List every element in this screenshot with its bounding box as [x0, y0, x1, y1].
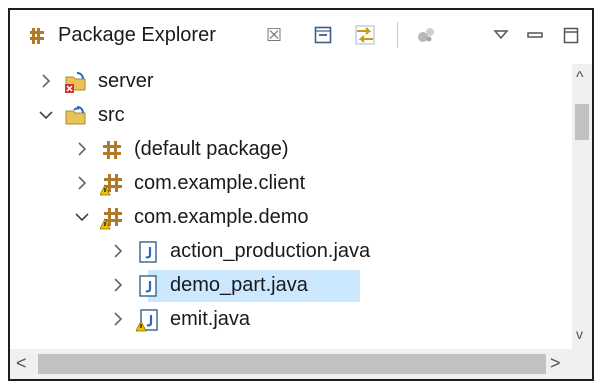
- tree-row[interactable]: action_production.java: [10, 234, 572, 268]
- java-file-icon: [136, 240, 160, 264]
- tree-row-label: src: [98, 104, 125, 126]
- tree-row-label: com.example.demo: [134, 206, 309, 228]
- package-tree: server src (default package) com.example.cl…: [10, 64, 572, 349]
- tree-row-label: (default package): [134, 138, 289, 160]
- scroll-down-icon[interactable]: v: [576, 326, 583, 342]
- chevron-down-icon[interactable]: [38, 106, 54, 124]
- chevron-right-icon[interactable]: [74, 140, 90, 158]
- chevron-right-icon[interactable]: [38, 72, 54, 90]
- scroll-up-icon[interactable]: ^: [576, 70, 584, 86]
- vertical-scroll-thumb[interactable]: [575, 104, 589, 140]
- package-explorer-view: Package Explorer ☒ server src (default p…: [8, 8, 594, 381]
- package-warning-icon: [99, 172, 124, 196]
- tree-row[interactable]: server: [10, 64, 572, 98]
- java-file-icon: [136, 274, 160, 298]
- java-file-warning-icon: [135, 308, 160, 332]
- focus-active-task-icon[interactable]: [413, 22, 439, 48]
- maximize-icon[interactable]: [558, 22, 584, 48]
- chevron-right-icon[interactable]: [110, 242, 126, 260]
- tree-row-label: com.example.client: [134, 172, 306, 194]
- tree-row-label: action_production.java: [170, 240, 371, 262]
- tree-row-label: demo_part.java: [170, 274, 308, 296]
- tree-row[interactable]: com.example.demo: [10, 200, 572, 234]
- view-title[interactable]: Package Explorer: [58, 23, 216, 47]
- tree-row-label: server: [98, 70, 154, 92]
- toolbar-separator: [397, 22, 398, 48]
- close-icon[interactable]: ☒: [266, 24, 282, 46]
- project-error-icon: [64, 70, 88, 94]
- tree-row[interactable]: demo_part.java: [10, 268, 572, 302]
- chevron-right-icon[interactable]: [110, 310, 126, 328]
- view-menu-icon[interactable]: [488, 22, 514, 48]
- package-explorer-icon: [28, 26, 48, 46]
- tree-row[interactable]: src: [10, 98, 572, 132]
- package-icon: [100, 138, 124, 162]
- tree-row[interactable]: com.example.client: [10, 166, 572, 200]
- tree-row-label: emit.java: [170, 308, 251, 330]
- horizontal-scrollbar[interactable]: < >: [10, 349, 572, 379]
- tree-row[interactable]: (default package): [10, 132, 572, 166]
- scroll-left-icon[interactable]: <: [16, 354, 27, 372]
- tree-row[interactable]: emit.java: [10, 302, 572, 336]
- package-warning-icon: [99, 206, 124, 230]
- chevron-right-icon[interactable]: [74, 174, 90, 192]
- view-toolbar: Package Explorer ☒: [10, 10, 592, 60]
- chevron-down-icon[interactable]: [74, 208, 90, 226]
- link-with-editor-icon[interactable]: [352, 22, 378, 48]
- vertical-scrollbar[interactable]: ^ v: [572, 64, 592, 349]
- chevron-right-icon[interactable]: [110, 276, 126, 294]
- scroll-right-icon[interactable]: >: [550, 354, 561, 372]
- project-icon: [64, 104, 88, 128]
- horizontal-scroll-thumb[interactable]: [38, 354, 546, 374]
- minimize-icon[interactable]: [522, 22, 548, 48]
- collapse-all-icon[interactable]: [310, 22, 336, 48]
- scrollbar-corner: [572, 349, 592, 379]
